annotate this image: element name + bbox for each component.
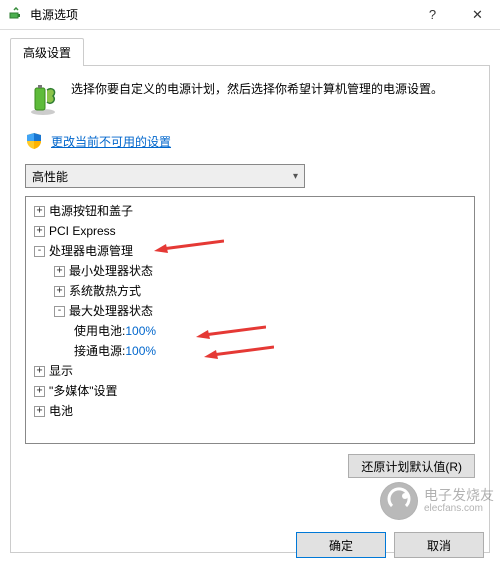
watermark: 电子发烧友 elecfans.com [380, 482, 494, 520]
restore-defaults-button[interactable]: 还原计划默认值(R) [348, 454, 475, 478]
expand-icon[interactable]: + [34, 226, 45, 237]
settings-tree[interactable]: +电源按钮和盖子 +PCI Express -处理器电源管理 +最小处理器状态 … [25, 196, 475, 444]
power-plan-dropdown[interactable]: 高性能 ▾ [25, 164, 305, 188]
tree-item-plugged-in[interactable]: 接通电源: 100% [30, 341, 474, 361]
battery-icon [25, 80, 61, 116]
expand-icon[interactable]: + [34, 386, 45, 397]
expand-icon[interactable]: + [54, 266, 65, 277]
collapse-icon[interactable]: - [34, 246, 45, 257]
tree-item-processor-power[interactable]: -处理器电源管理 [30, 241, 474, 261]
close-icon: ✕ [472, 7, 483, 23]
ok-button[interactable]: 确定 [296, 532, 386, 558]
tree-item-buttons-lid[interactable]: +电源按钮和盖子 [30, 201, 474, 221]
collapse-icon[interactable]: - [54, 306, 65, 317]
tree-item-multimedia[interactable]: +"多媒体"设置 [30, 381, 474, 401]
dropdown-selected: 高性能 [32, 168, 68, 185]
tree-item-max-processor[interactable]: -最大处理器状态 [30, 301, 474, 321]
change-unavailable-link[interactable]: 更改当前不可用的设置 [51, 133, 171, 150]
cancel-button[interactable]: 取消 [394, 532, 484, 558]
tree-item-cooling-policy[interactable]: +系统散热方式 [30, 281, 474, 301]
chevron-down-icon: ▾ [293, 171, 298, 182]
tree-item-pci-express[interactable]: +PCI Express [30, 221, 474, 241]
watermark-logo-icon [380, 482, 418, 520]
tree-item-min-processor[interactable]: +最小处理器状态 [30, 261, 474, 281]
help-icon: ? [429, 7, 436, 22]
expand-icon[interactable]: + [34, 206, 45, 217]
tab-panel: 选择你要自定义的电源计划，然后选择你希望计算机管理的电源设置。 更改当前不可用的… [10, 65, 490, 553]
watermark-text-cn: 电子发烧友 [424, 488, 494, 503]
tree-item-display[interactable]: +显示 [30, 361, 474, 381]
tree-item-on-battery[interactable]: 使用电池: 100% [30, 321, 474, 341]
on-battery-value[interactable]: 100% [125, 321, 156, 341]
window-icon [8, 7, 24, 23]
expand-icon[interactable]: + [34, 366, 45, 377]
description-text: 选择你要自定义的电源计划，然后选择你希望计算机管理的电源设置。 [71, 80, 443, 116]
close-button[interactable]: ✕ [455, 0, 500, 30]
plugged-in-value[interactable]: 100% [125, 341, 156, 361]
window-title: 电源选项 [30, 6, 410, 23]
expand-icon[interactable]: + [34, 406, 45, 417]
watermark-text-en: elecfans.com [424, 503, 494, 514]
title-bar: 电源选项 ? ✕ [0, 0, 500, 30]
help-button[interactable]: ? [410, 0, 455, 30]
expand-icon[interactable]: + [54, 286, 65, 297]
shield-icon [25, 132, 43, 150]
tab-advanced-settings[interactable]: 高级设置 [10, 38, 84, 66]
tree-item-battery[interactable]: +电池 [30, 401, 474, 421]
